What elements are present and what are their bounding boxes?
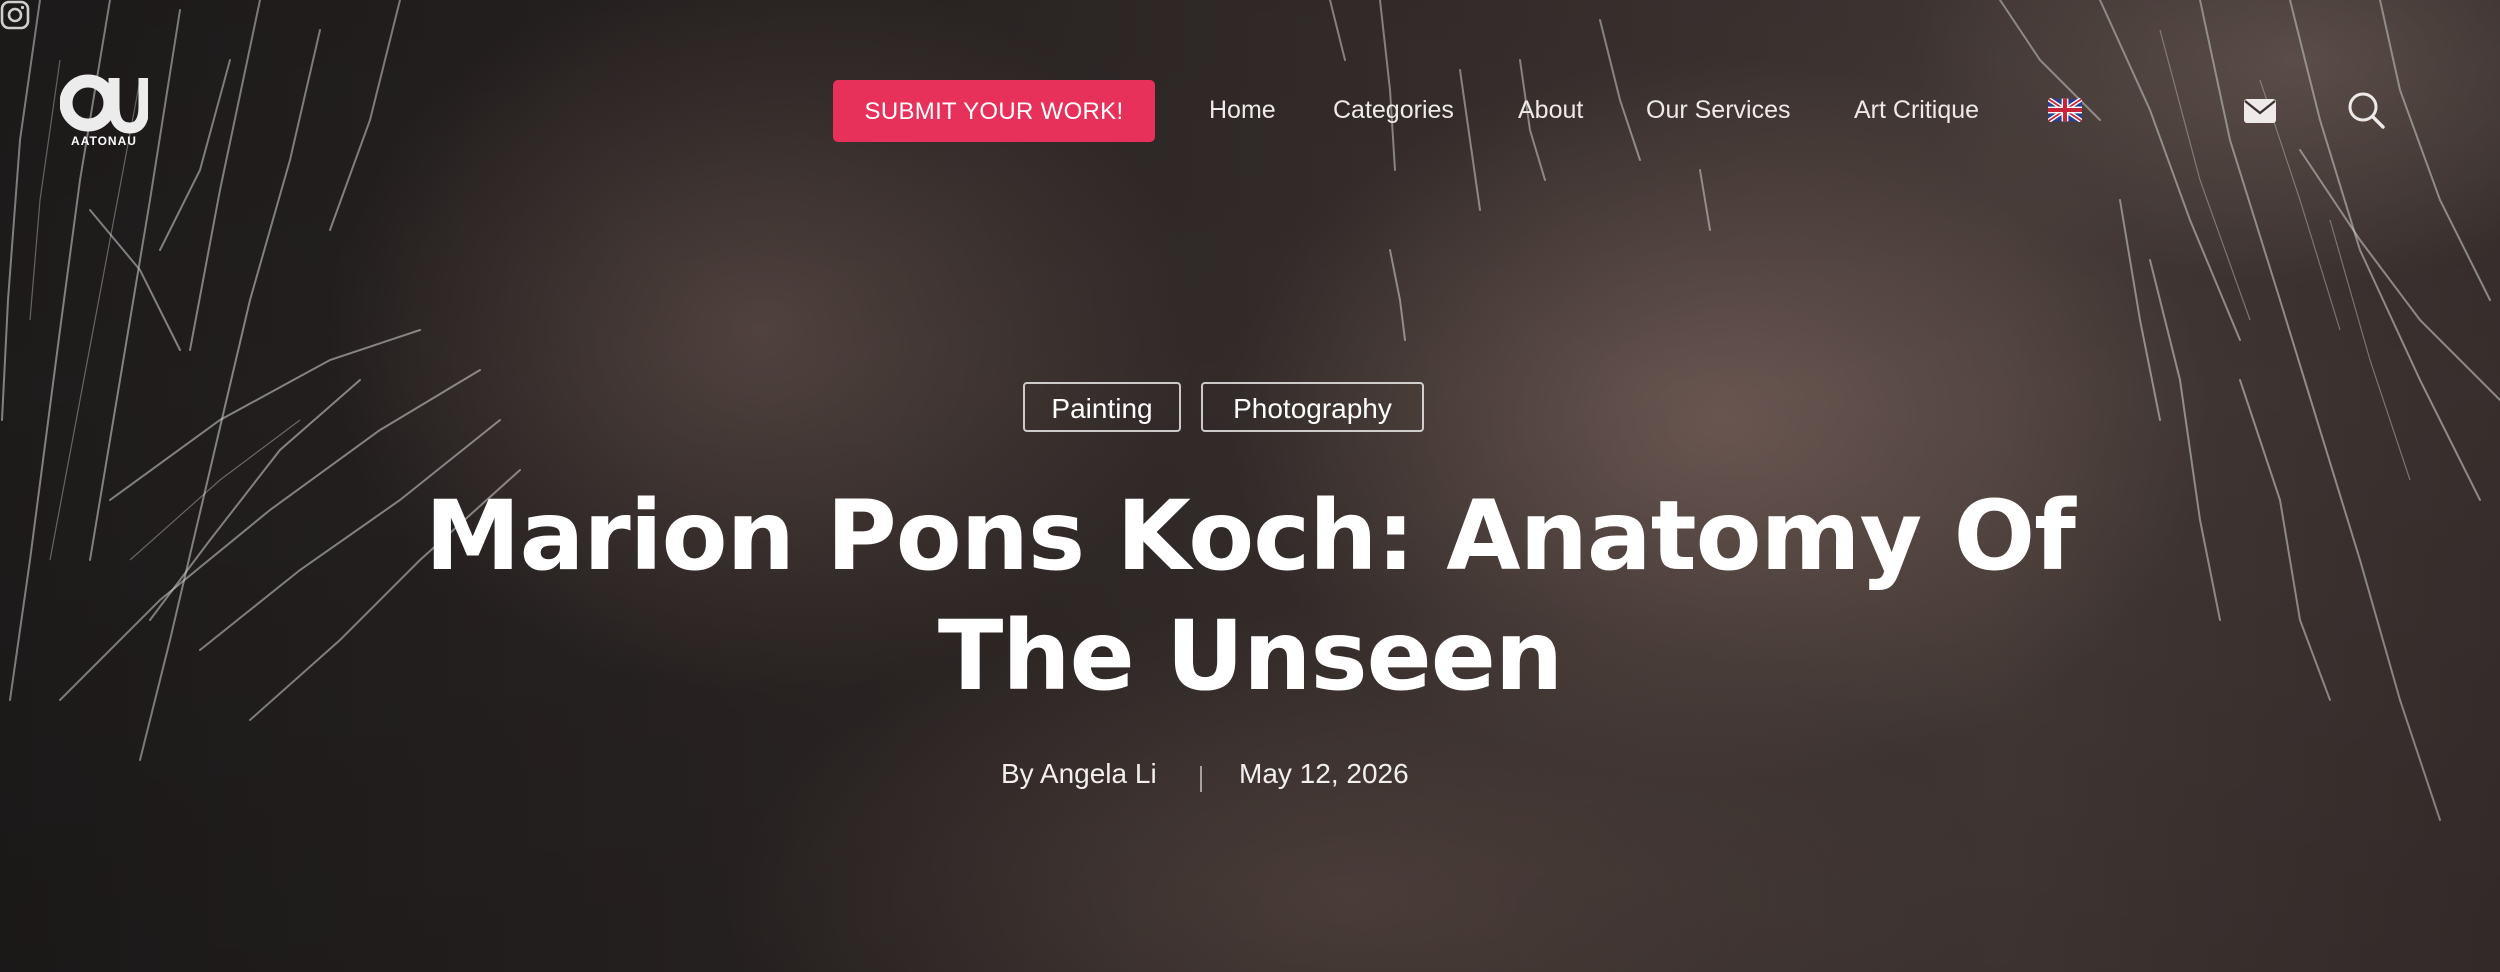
publish-date: May 12, 2026 <box>1239 758 1409 789</box>
article-meta: By Angela Li May 12, 2026 <box>0 758 2500 798</box>
main-nav: Home Categories About Our Services Art C… <box>0 96 2500 126</box>
search-icon[interactable] <box>2346 90 2386 135</box>
logo-text: AATONAU <box>71 134 137 148</box>
article-title-line-1: Marion Pons Koch: Anatomy Of <box>425 480 2076 592</box>
article-title: Marion Pons Koch: Anatomy Of The Unseen <box>250 476 2250 716</box>
author-link[interactable]: By Angela Li <box>1001 758 1157 790</box>
uk-flag-icon[interactable] <box>2048 98 2082 122</box>
meta-divider <box>1200 766 1202 792</box>
nav-art-critique[interactable]: Art Critique <box>1854 96 1979 125</box>
nav-about[interactable]: About <box>1518 96 1583 125</box>
nav-categories[interactable]: Categories <box>1333 96 1454 125</box>
nav-our-services[interactable]: Our Services <box>1646 96 1790 125</box>
mail-icon[interactable] <box>2243 97 2277 130</box>
article-title-line-2: The Unseen <box>937 600 1563 712</box>
article-tags: Painting Photography <box>0 382 2500 436</box>
tag-painting[interactable]: Painting <box>1023 382 1181 432</box>
tag-photography[interactable]: Photography <box>1201 382 1424 432</box>
nav-home[interactable]: Home <box>1209 96 1276 125</box>
hero-banner: AATONAU SUBMIT YOUR WORK! Home Categorie… <box>0 0 2500 972</box>
